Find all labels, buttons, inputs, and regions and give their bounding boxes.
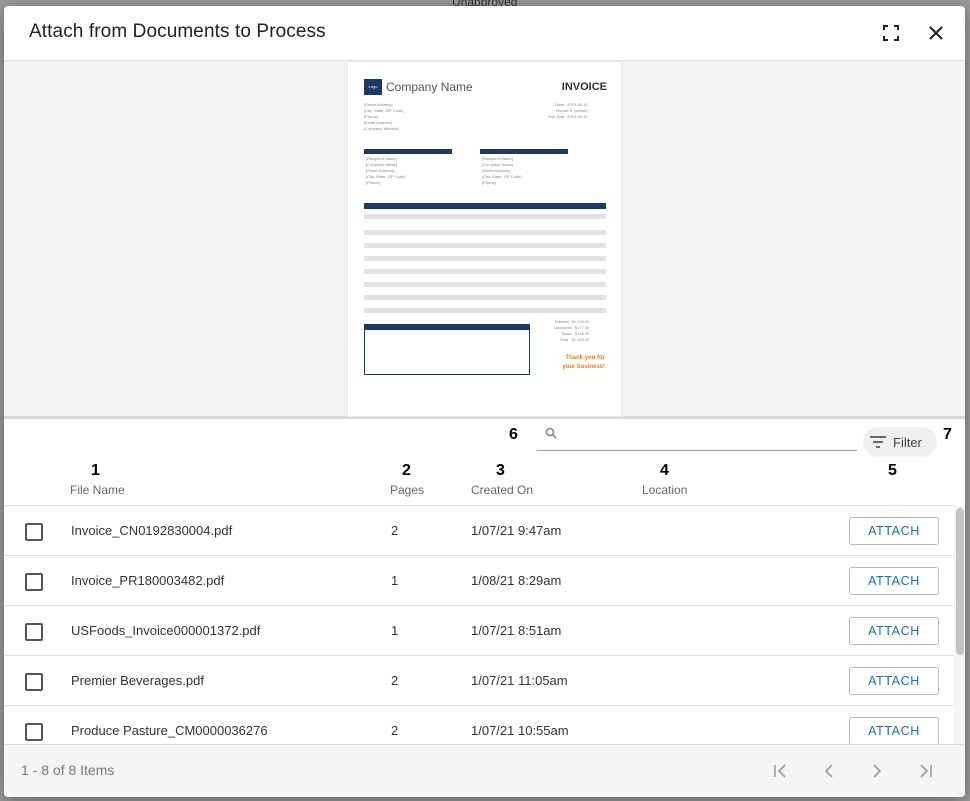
close-button[interactable]	[923, 20, 949, 46]
table-row[interactable]: USFoods_Invoice000001372.pdf 1 1/07/21 8…	[4, 606, 954, 656]
last-page-icon	[920, 764, 932, 778]
bill-to-lines: [Recipient Name] [Company Name] [Street …	[366, 156, 406, 185]
marker-2: 2	[402, 462, 411, 479]
next-page-button[interactable]	[865, 759, 889, 783]
row-checkbox[interactable]	[25, 623, 43, 641]
attach-dialog: Attach from Documents to Process 8 9 Log…	[4, 6, 965, 797]
previous-page-button[interactable]	[817, 759, 841, 783]
file-name-cell: Invoice_CN0192830004.pdf	[71, 523, 233, 538]
documents-table: Invoice_CN0192830004.pdf 2 1/07/21 9:47a…	[4, 506, 954, 744]
search-icon	[545, 427, 557, 439]
document-preview: Logo Company Name INVOICE [Street Addres…	[4, 61, 965, 419]
line-item-row	[364, 214, 606, 219]
last-page-button[interactable]	[913, 759, 937, 783]
created-on-cell: 1/07/21 10:55am	[471, 723, 569, 738]
invoice-meta-lines: Date 2019-09-10 Invoice # [#####] Due Da…	[548, 102, 588, 119]
attach-button[interactable]: ATTACH	[849, 717, 939, 744]
row-checkbox[interactable]	[25, 723, 43, 741]
filter-icon	[870, 436, 886, 448]
attach-button[interactable]: ATTACH	[849, 517, 939, 545]
marker-4: 4	[660, 462, 669, 479]
invoice-thanks-text: Thank you for your business!	[562, 355, 605, 370]
filter-button[interactable]: Filter	[863, 427, 937, 457]
close-icon	[929, 26, 943, 40]
filter-label: Filter	[893, 434, 922, 450]
created-on-cell: 1/07/21 11:05am	[471, 673, 568, 688]
pages-cell: 2	[391, 673, 399, 688]
marker-7: 7	[943, 426, 952, 443]
table-scrollbar-thumb[interactable]	[956, 508, 964, 655]
invoice-heading: INVOICE	[561, 81, 607, 93]
search-field[interactable]	[537, 425, 857, 451]
pager-footer: 1 - 8 of 8 Items	[4, 744, 965, 797]
bill-to-bar	[364, 149, 452, 154]
first-page-icon	[774, 764, 786, 778]
ship-to-lines: [Recipient Name] [Company Name] [Street …	[482, 156, 522, 185]
fullscreen-icon	[883, 25, 899, 41]
invoice-company-name: Company Name	[386, 80, 473, 94]
file-name-cell: USFoods_Invoice000001372.pdf	[71, 623, 261, 638]
file-name-cell: Invoice_PR180003482.pdf	[71, 573, 225, 588]
marker-1: 1	[91, 462, 100, 479]
attach-button[interactable]: ATTACH	[849, 667, 939, 695]
ship-to-bar	[480, 149, 568, 154]
table-row[interactable]: Invoice_CN0192830004.pdf 2 1/07/21 9:47a…	[4, 506, 954, 556]
line-item-row	[364, 269, 606, 274]
line-item-row	[364, 295, 606, 300]
line-item-row	[364, 282, 606, 287]
invoice-address-lines: [Street Address] [City, State, ZIP Code]…	[364, 102, 404, 131]
column-header-pages[interactable]: Pages	[390, 483, 424, 497]
first-page-button[interactable]	[769, 759, 793, 783]
chevron-left-icon	[824, 764, 833, 778]
created-on-cell: 1/07/21 9:47am	[471, 523, 562, 538]
row-checkbox[interactable]	[25, 523, 43, 541]
table-row[interactable]: Produce Pasture_CM0000036276 2 1/07/21 1…	[4, 706, 954, 744]
pager-info: 1 - 8 of 8 Items	[21, 762, 115, 778]
chevron-right-icon	[873, 764, 882, 778]
column-header-created-on[interactable]: Created On	[471, 483, 533, 497]
pages-cell: 1	[391, 573, 399, 588]
line-items-header-bar	[364, 203, 606, 209]
invoice-logo: Logo	[364, 79, 382, 95]
row-checkbox[interactable]	[25, 573, 43, 591]
file-name-cell: Premier Beverages.pdf	[71, 673, 204, 688]
maximize-button[interactable]	[878, 20, 904, 46]
row-checkbox[interactable]	[25, 673, 43, 691]
attach-button[interactable]: ATTACH	[849, 567, 939, 595]
column-header-file-name[interactable]: File Name	[70, 483, 125, 497]
attach-button[interactable]: ATTACH	[849, 617, 939, 645]
pages-cell: 2	[391, 523, 399, 538]
table-row[interactable]: Premier Beverages.pdf 2 1/07/21 11:05am …	[4, 656, 954, 706]
file-name-cell: Produce Pasture_CM0000036276	[71, 723, 268, 738]
dialog-header: Attach from Documents to Process	[4, 6, 965, 61]
comments-box	[364, 324, 530, 375]
pages-cell: 1	[391, 623, 399, 638]
invoice-totals: Subtotal $1,100.00 Discounts $177.00 Tax…	[554, 319, 590, 342]
created-on-cell: 1/07/21 8:51am	[471, 623, 562, 638]
line-item-row	[364, 256, 606, 261]
line-item-row	[364, 230, 606, 235]
invoice-page-thumbnail: Logo Company Name INVOICE [Street Addres…	[347, 61, 622, 417]
created-on-cell: 1/08/21 8:29am	[471, 573, 562, 588]
marker-5: 5	[888, 462, 897, 479]
pages-cell: 2	[391, 723, 399, 738]
column-header-location[interactable]: Location	[642, 483, 687, 497]
line-item-row	[364, 243, 606, 248]
marker-6: 6	[509, 426, 518, 443]
marker-3: 3	[496, 462, 505, 479]
search-input[interactable]	[563, 425, 853, 447]
table-row[interactable]: Invoice_PR180003482.pdf 1 1/08/21 8:29am…	[4, 556, 954, 606]
line-item-row	[364, 308, 606, 313]
dialog-title: Attach from Documents to Process	[29, 21, 326, 42]
comments-bar	[365, 325, 529, 330]
